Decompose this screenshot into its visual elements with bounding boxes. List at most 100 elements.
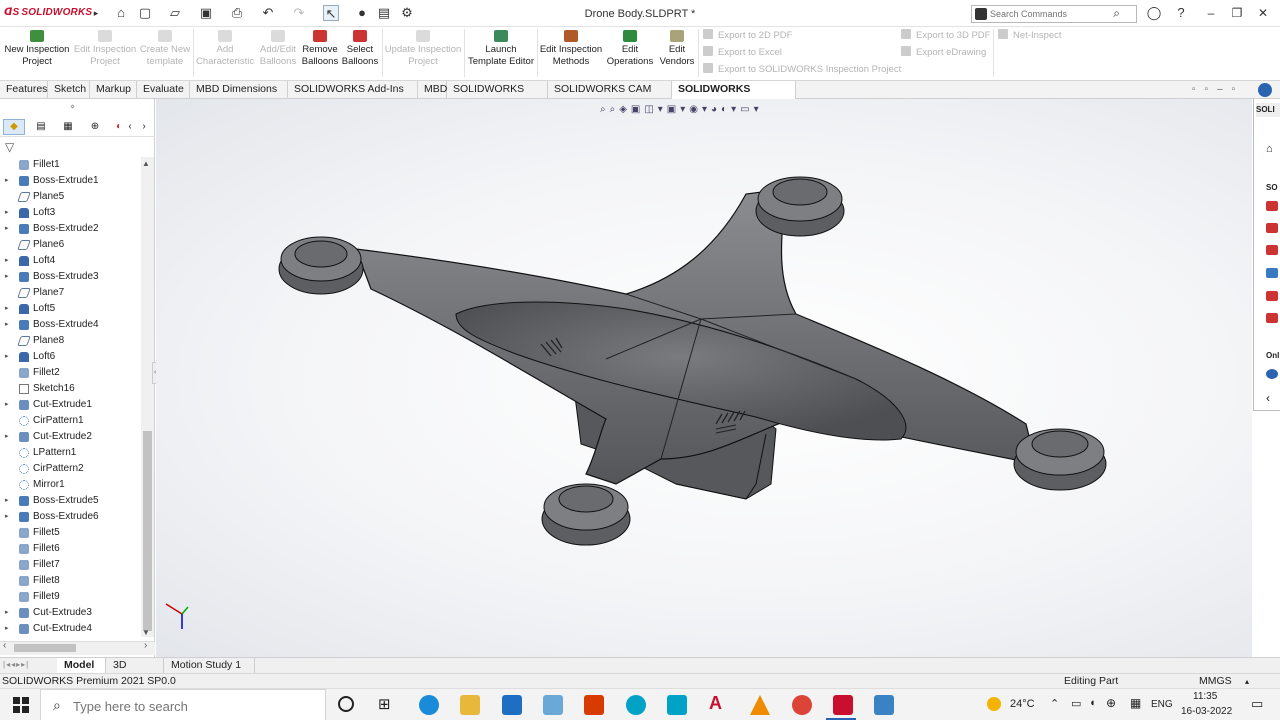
panel-collapse-dots[interactable]: ⋄ bbox=[70, 102, 75, 111]
globe-icon[interactable] bbox=[1258, 83, 1272, 97]
tab-navigation-arrows-icon[interactable]: |◂◂▸▸| bbox=[3, 660, 29, 669]
update-inspection-project-button[interactable]: Update Inspection Project bbox=[384, 30, 462, 68]
tree-item[interactable]: Fillet5 bbox=[0, 525, 140, 541]
bottom-tab-motion-study-1[interactable]: Motion Study 1 bbox=[164, 658, 255, 674]
window-tile-icons[interactable]: ▫▫–▫ bbox=[1192, 84, 1244, 95]
resource-icon-3[interactable] bbox=[1266, 245, 1278, 255]
tree-item[interactable]: ▸ Loft3 bbox=[0, 205, 140, 221]
resource-icon-6[interactable] bbox=[1266, 313, 1278, 323]
tab-evaluate[interactable]: Evaluate bbox=[137, 81, 190, 99]
clock-date[interactable]: 16-03-2022 bbox=[1181, 706, 1232, 717]
tree-item[interactable]: ▸ Cut-Extrude1 bbox=[0, 397, 140, 413]
temperature-text[interactable]: 24°C bbox=[1010, 698, 1035, 710]
expand-arrow-icon[interactable]: ▸ bbox=[5, 397, 9, 413]
tree-item[interactable]: Plane6 bbox=[0, 237, 140, 253]
home-pane-icon[interactable]: ⌂ bbox=[1266, 143, 1273, 155]
filter-icon[interactable]: ▽ bbox=[5, 140, 14, 154]
redo-icon[interactable]: ↷ bbox=[291, 5, 307, 21]
expand-arrow-icon[interactable]: ▸ bbox=[5, 301, 9, 317]
autocad-icon[interactable]: A bbox=[709, 693, 722, 714]
scroll-down-icon[interactable]: ▼ bbox=[142, 628, 150, 637]
expand-arrow-icon[interactable]: ▸ bbox=[5, 621, 9, 637]
tree-item[interactable]: ▸ Boss-Extrude5 bbox=[0, 493, 140, 509]
tree-item[interactable]: ▸ Boss-Extrude1 bbox=[0, 173, 140, 189]
close-window-button[interactable]: ✕ bbox=[1252, 4, 1274, 22]
solidworks-logo[interactable]: ꓷS SOLIDWORKS bbox=[4, 7, 92, 18]
volume-icon[interactable]: ◖ bbox=[1089, 697, 1096, 709]
export-inspection-project-button[interactable]: Export to SOLIDWORKS Inspection Project bbox=[703, 63, 901, 77]
mail-icon[interactable] bbox=[502, 695, 522, 715]
new-inspection-project-button[interactable]: New Inspection Project bbox=[4, 30, 70, 68]
collapse-pane-icon[interactable]: ‹ bbox=[1266, 391, 1270, 405]
open-icon[interactable]: ▱ bbox=[167, 5, 183, 21]
units-dropdown-icon[interactable]: ▴ bbox=[1245, 674, 1249, 689]
tab-mbd[interactable]: MBD bbox=[418, 81, 447, 99]
help-icon[interactable]: ? bbox=[1173, 5, 1189, 21]
expand-arrow-icon[interactable]: ▸ bbox=[5, 269, 9, 285]
tree-item[interactable]: CirPattern1 bbox=[0, 413, 140, 429]
expand-arrow-icon[interactable]: ▸ bbox=[5, 509, 9, 525]
resource-icon-1[interactable] bbox=[1266, 201, 1278, 211]
image-viewer-icon[interactable] bbox=[874, 695, 894, 715]
tab-solidworks-inspection[interactable]: SOLIDWORKS Inspection bbox=[672, 81, 796, 112]
tree-scrollbar-thumb[interactable] bbox=[143, 431, 152, 631]
file-properties-icon[interactable]: ▤ bbox=[376, 5, 392, 21]
tree-item[interactable]: ▸ Boss-Extrude6 bbox=[0, 509, 140, 525]
tree-item[interactable]: Plane8 bbox=[0, 333, 140, 349]
export-excel-button[interactable]: Export to Excel bbox=[703, 46, 901, 60]
tree-item[interactable]: Fillet8 bbox=[0, 573, 140, 589]
net-inspect-button[interactable]: Net-Inspect bbox=[998, 29, 1062, 43]
search-icon[interactable]: ⌕ bbox=[1113, 6, 1120, 21]
ime-icon[interactable]: ▦ bbox=[1130, 696, 1141, 710]
save-icon[interactable]: ▣ bbox=[198, 5, 214, 21]
remove-balloons-button[interactable]: Remove Balloons bbox=[300, 30, 340, 68]
motor-mount-top-left[interactable] bbox=[278, 236, 364, 295]
office-icon[interactable] bbox=[584, 695, 604, 715]
edge-browser-icon[interactable] bbox=[419, 695, 439, 715]
scroll-left-icon[interactable]: ‹ bbox=[124, 119, 136, 135]
scroll-up-icon[interactable]: ▲ bbox=[142, 159, 150, 168]
resource-icon-4[interactable] bbox=[1266, 268, 1278, 278]
solidworks-resources-tab[interactable]: SOLI bbox=[1256, 103, 1280, 117]
graphics-area[interactable] bbox=[156, 99, 1252, 657]
motor-mount-bottom-right[interactable] bbox=[1013, 428, 1107, 491]
rebuild-icon[interactable]: ● bbox=[354, 5, 370, 21]
bottom-tab-3d-views[interactable]: 3D Views bbox=[106, 658, 164, 686]
tree-item[interactable]: Plane7 bbox=[0, 285, 140, 301]
tray-overflow-icon[interactable]: ⌃ bbox=[1050, 697, 1059, 710]
expand-arrow-icon[interactable]: ▸ bbox=[5, 253, 9, 269]
network-icon[interactable]: ▭ bbox=[1071, 697, 1081, 710]
edit-operations-button[interactable]: Edit Operations bbox=[605, 30, 655, 68]
chrome-icon[interactable] bbox=[792, 695, 812, 715]
launch-template-editor-button[interactable]: Launch Template Editor bbox=[466, 30, 536, 68]
horizontal-scrollbar-thumb[interactable] bbox=[14, 644, 76, 652]
options-gear-icon[interactable]: ⚙ bbox=[399, 5, 415, 21]
expand-arrow-icon[interactable]: ▸ bbox=[5, 205, 9, 221]
tree-item[interactable]: Sketch16 bbox=[0, 381, 140, 397]
tree-item[interactable]: ▸ Cut-Extrude3 bbox=[0, 605, 140, 621]
tab-solidworks-cam[interactable]: SOLIDWORKS CAM bbox=[447, 81, 548, 112]
export-edrawing-button[interactable]: Export eDrawing bbox=[901, 46, 990, 60]
task-view-icon[interactable]: ⊞ bbox=[378, 695, 391, 713]
expand-arrow-icon[interactable]: ▸ bbox=[5, 221, 9, 237]
undo-icon[interactable]: ↶ bbox=[260, 5, 276, 21]
minimize-window-button[interactable]: – bbox=[1200, 4, 1222, 22]
tree-item[interactable]: Fillet7 bbox=[0, 557, 140, 573]
tree-item[interactable]: CirPattern2 bbox=[0, 461, 140, 477]
notifications-icon[interactable]: ▭ bbox=[1251, 696, 1263, 712]
resource-icon-5[interactable] bbox=[1266, 291, 1278, 301]
cortana-icon[interactable] bbox=[338, 696, 354, 712]
expand-arrow-icon[interactable]: ▸ bbox=[5, 493, 9, 509]
edit-inspection-project-button[interactable]: Edit Inspection Project bbox=[72, 30, 138, 68]
status-units[interactable]: MMGS bbox=[1199, 674, 1232, 689]
file-explorer-icon[interactable] bbox=[460, 695, 480, 715]
clock-time[interactable]: 11:35 bbox=[1193, 691, 1217, 702]
tab-sketch[interactable]: Sketch bbox=[48, 81, 90, 99]
expand-arrow-icon[interactable]: ▸ bbox=[5, 429, 9, 445]
language-indicator[interactable]: ENG bbox=[1151, 699, 1173, 710]
scroll-right-icon[interactable]: › bbox=[138, 119, 150, 135]
tree-item[interactable]: ▸ Cut-Extrude2 bbox=[0, 429, 140, 445]
configuration-manager-tab-icon[interactable]: ▦ bbox=[57, 119, 79, 135]
edit-inspection-methods-button[interactable]: Edit Inspection Methods bbox=[539, 30, 603, 68]
expand-arrow-icon[interactable]: ▸ bbox=[5, 173, 9, 189]
